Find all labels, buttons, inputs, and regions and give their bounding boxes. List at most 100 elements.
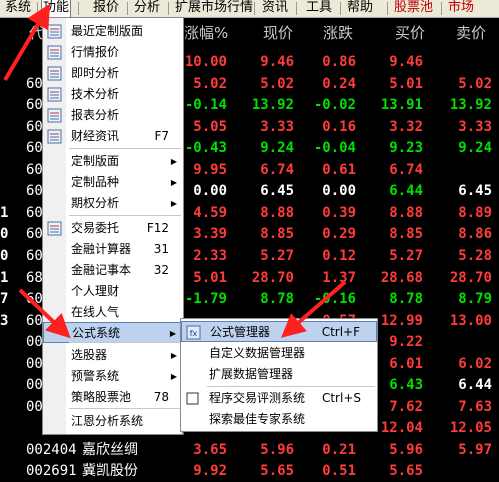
menu-system[interactable]: 系统 (5, 0, 31, 17)
cell-bid: 9.46 (389, 54, 423, 70)
cell-bid: 8.85 (389, 226, 423, 243)
menu-extended-market[interactable]: 扩展市场行情 (175, 0, 253, 17)
submenu-item-label: 自定义数据管理器 (209, 346, 306, 360)
menu-item-14[interactable]: 在线人气 (43, 302, 183, 323)
menu-item-10[interactable]: 交易委托 F12 (43, 218, 183, 239)
cell-ask: 3.33 (458, 118, 492, 135)
cell-bid: 6.74 (389, 161, 423, 178)
menu-separator (168, 2, 169, 15)
cell-price: 8.78 (260, 291, 294, 308)
cell-chg: 0.16 (322, 118, 356, 135)
menu-item-5[interactable]: 报表分析 (43, 105, 183, 126)
cell-bid: 7.62 (389, 398, 423, 415)
submenu-item-1[interactable]: fx 公式管理器 Ctrl+F (181, 321, 377, 342)
menu-item-8[interactable]: 定制品种 ▶ (43, 172, 183, 193)
menu-item-shortcut: F12 (146, 221, 169, 235)
menu-item-shortcut: 32 (153, 263, 169, 277)
cell-ask: 5.97 (458, 441, 492, 458)
cell-ask: 8.86 (458, 226, 492, 243)
menu-bar: 系统 功能 报价 分析 扩展市场行情 资讯 工具 帮助 股票池 市场 (0, 0, 499, 18)
menu-item-label: 策略股票池 (71, 390, 132, 404)
menu-item-9[interactable]: 期权分析 ▶ (43, 193, 183, 214)
menu-item-label: 在线人气 (71, 305, 120, 319)
header-bid[interactable]: 买价 (395, 20, 425, 46)
menu-stock-pool[interactable]: 股票池 (394, 0, 433, 17)
menu-item-15[interactable]: 公式系统 ▶ (43, 322, 183, 343)
table-row[interactable]: 002404 嘉欣丝绸 3.65 5.96 0.21 5.96 5.97 (0, 440, 499, 461)
menu-item-shortcut: F7 (154, 129, 169, 143)
cell-bid: 5.27 (389, 247, 423, 264)
header-price[interactable]: 现价 (263, 20, 293, 46)
menu-item-1[interactable]: 最近定制版面 (43, 21, 183, 42)
cell-left-col (0, 74, 10, 95)
submenu-item-5[interactable]: 探索最佳专家系统 (181, 409, 377, 430)
menu-item-6[interactable]: 财经资讯 F7 (43, 126, 183, 147)
menu-separator (127, 2, 128, 15)
cell-ask (436, 52, 492, 73)
menu-item-7[interactable]: 定制版面 ▶ (43, 151, 183, 172)
menu-item-17[interactable]: 预警系统 ▶ (43, 366, 183, 387)
cell-ask: 13.92 (449, 97, 492, 114)
cell-bid: 12.99 (380, 312, 423, 329)
menu-item-11[interactable]: 金融计算器 31 (43, 239, 183, 260)
submenu-item-4[interactable]: 程序交易评测系统 Ctrl+S (181, 388, 377, 409)
submenu-item-2[interactable]: 自定义数据管理器 (181, 343, 377, 364)
menu-item-label: 个人理财 (71, 284, 120, 298)
menu-divider (69, 408, 181, 409)
submenu-item-3[interactable]: 扩展数据管理器 (181, 364, 377, 385)
menu-news[interactable]: 资讯 (262, 0, 288, 17)
menu-item-4[interactable]: 技术分析 (43, 84, 183, 105)
submenu-item-label: 程序交易评测系统 (209, 391, 306, 405)
cell-chg: 0.29 (322, 226, 356, 243)
menu-item-2[interactable]: 行情报价 (43, 42, 183, 63)
cell-chg: 0.39 (322, 204, 356, 221)
cell-bid: 6.43 (389, 377, 423, 394)
cell-chg: 1.37 (322, 269, 356, 286)
cell-left-col: 0 (0, 226, 9, 243)
cell-ask (436, 160, 492, 181)
menu-item-13[interactable]: 个人理财 (43, 281, 183, 302)
menu-item-19[interactable]: 江恩分析系统 (43, 411, 183, 432)
menu-item-label: 期权分析 (71, 196, 120, 210)
menu-item-label: 定制版面 (71, 154, 120, 168)
header-change-pct[interactable]: 涨幅% (184, 20, 228, 46)
menu-item-12[interactable]: 金融记事本 32 (43, 260, 183, 281)
menu-separator (37, 2, 38, 15)
cell-chg: 0.24 (322, 75, 356, 92)
cell-left-col: 3 (0, 312, 9, 329)
menu-function[interactable]: 功能 (41, 0, 72, 18)
cell-ask: 7.63 (458, 398, 492, 415)
submenu-arrow-icon: ▶ (170, 157, 177, 166)
menu-divider (69, 215, 181, 216)
header-ask[interactable]: 卖价 (456, 20, 486, 46)
menu-separator (441, 2, 442, 15)
menu-help[interactable]: 帮助 (347, 0, 373, 17)
cell-left-col (0, 117, 10, 138)
cell-left-col (0, 138, 10, 159)
cell-price: 3.33 (260, 118, 294, 135)
cell-left-col (0, 332, 10, 353)
function-menu: 最近定制版面 行情报价 即时分析 技术分析 报表分析 财经资讯 F7 定制版面 ▶ 定制品种 ▶ 期权… (42, 17, 184, 435)
cell-ask: 5.28 (458, 247, 492, 264)
cell-left-col (0, 418, 10, 439)
menu-item-16[interactable]: 选股器 ▶ (43, 345, 183, 366)
menu-market[interactable]: 市场 (448, 0, 474, 17)
menu-item-18[interactable]: 策略股票池 78 (43, 387, 183, 408)
cell-price: 5.96 (260, 441, 294, 458)
cell-ask: 6.44 (458, 377, 492, 394)
cell-bid: 5.96 (389, 441, 423, 458)
cell-bid: 6.01 (389, 355, 423, 372)
menu-quote[interactable]: 报价 (93, 0, 119, 17)
menu-analysis[interactable]: 分析 (134, 0, 160, 17)
cell-bid: 8.78 (389, 291, 423, 308)
menu-item-label: 报表分析 (71, 108, 120, 122)
formula-icon: fx (186, 325, 201, 340)
cell-chg-pct: 3.65 (193, 441, 227, 458)
cell-bid: 13.91 (380, 97, 423, 114)
cell-ask: 6.45 (458, 183, 492, 200)
news-icon (47, 129, 62, 144)
cell-bid: 12.04 (380, 420, 423, 437)
header-change[interactable]: 涨跌 (323, 20, 353, 46)
menu-tools[interactable]: 工具 (306, 0, 332, 17)
menu-item-3[interactable]: 即时分析 (43, 63, 183, 84)
